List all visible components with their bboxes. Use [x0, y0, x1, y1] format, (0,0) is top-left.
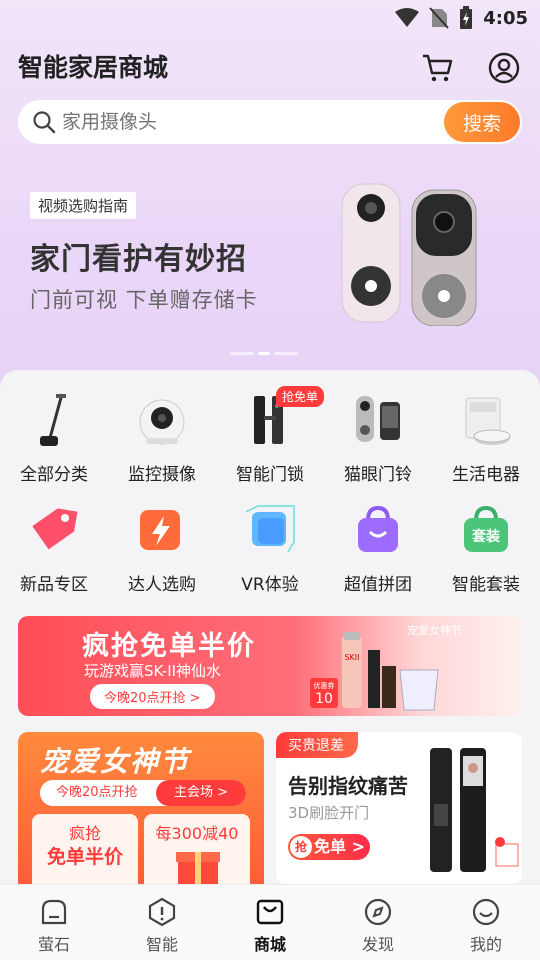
profile-button[interactable]	[486, 50, 522, 86]
user-icon	[488, 52, 520, 84]
category-label: VR体验	[241, 575, 299, 595]
category-group-buy[interactable]: 超值拼团	[324, 502, 432, 612]
smart-lock-product-image	[430, 748, 519, 872]
search-bar: 搜索	[18, 100, 522, 144]
event-pill: 今晚20点开抢 主会场 >	[40, 780, 246, 806]
category-label: 全部分类	[20, 465, 88, 485]
gift-box-icon	[176, 852, 220, 888]
category-grid: 全部分类 监控摄像 抢免单 智能门锁 猫眼门铃 生活电器 新品专区 达人选购 V…	[0, 386, 540, 612]
card-title: 告别指纹痛苦	[288, 774, 408, 798]
video-doorbell-product-image	[341, 183, 477, 326]
category-door-lock[interactable]: 抢免单 智能门锁	[216, 386, 324, 502]
search-input[interactable]	[62, 100, 422, 144]
category-bundle[interactable]: 套装 智能套装	[432, 502, 540, 612]
home-shape-icon	[41, 899, 67, 925]
category-label: 智能门锁	[236, 465, 304, 485]
event-time: 今晚20点开抢	[56, 785, 138, 800]
robot-vacuum-icon	[465, 397, 511, 445]
tab-label: 我的	[469, 935, 502, 954]
battery-charging-icon	[460, 6, 473, 29]
category-expert[interactable]: 达人选购	[108, 502, 216, 612]
half-price-tile[interactable]: 疯抢 免单半价	[32, 814, 138, 892]
smile-icon	[472, 898, 500, 926]
camera-icon	[139, 399, 185, 445]
shopping-bag-icon	[358, 505, 398, 552]
category-new[interactable]: 新品专区	[0, 502, 108, 612]
tab-label: 商城	[253, 935, 286, 954]
category-all[interactable]: 全部分类	[0, 392, 108, 502]
category-label: 智能套装	[452, 575, 520, 595]
tag-icon	[32, 508, 78, 550]
main-venue-button[interactable]: 主会场 >	[156, 780, 246, 806]
tab-home[interactable]: 萤石	[0, 885, 108, 960]
price-guarantee-tag: 买贵退差	[276, 732, 358, 758]
search-button[interactable]: 搜索	[444, 102, 520, 142]
smart-lock-card[interactable]: 买贵退差 告别指纹痛苦 3D刷脸开门 抢 免单 >	[276, 732, 522, 884]
no-sim-icon	[429, 7, 449, 29]
product-brand-text: SKII	[344, 653, 359, 662]
category-label: 超值拼团	[344, 575, 412, 595]
bottom-tab-bar: 萤石 智能 商城 发现 我的	[0, 884, 540, 960]
bundle-bag-icon: 套装	[464, 505, 508, 552]
status-bar: 4:05	[0, 0, 540, 36]
category-appliance[interactable]: 生活电器	[432, 392, 540, 502]
main-content: 全部分类 监控摄像 抢免单 智能门锁 猫眼门铃 生活电器 新品专区 达人选购 V…	[0, 370, 540, 892]
category-vr[interactable]: VR体验	[216, 502, 324, 612]
bundle-icon-text: 套装	[472, 528, 501, 545]
tile-line-2: 免单半价	[46, 846, 123, 868]
promo-subtitle: 玩游戏赢SK-II神仙水	[84, 662, 222, 680]
tab-me[interactable]: 我的	[432, 885, 540, 960]
tile-line-1: 疯抢	[68, 824, 101, 843]
category-doorbell[interactable]: 猫眼门铃	[324, 392, 432, 502]
banner-subtitle: 门前可视 下单赠存储卡	[30, 288, 258, 312]
category-row-1: 全部分类 监控摄像 抢免单 智能门锁 猫眼门铃 生活电器	[0, 386, 540, 502]
promo-title: 疯抢免单半价	[82, 631, 256, 662]
vacuum-icon	[40, 393, 66, 446]
goddess-festival-card[interactable]: 宠爱女神节 今晚20点开抢 主会场 > 疯抢 免单半价 每300减40	[18, 732, 264, 892]
category-label: 生活电器	[452, 465, 520, 485]
app-header: 智能家居商城	[18, 50, 522, 86]
bag-icon	[256, 899, 284, 925]
search-icon	[33, 111, 56, 134]
free-order-label: 免单 >	[314, 837, 365, 856]
tab-label: 萤石	[37, 935, 70, 954]
wifi-icon	[395, 8, 420, 27]
coupon-label: 优惠券	[314, 681, 335, 690]
tab-mall[interactable]: 商城	[216, 885, 324, 960]
tab-label: 智能	[145, 935, 178, 954]
discount-tile[interactable]: 每300减40	[144, 814, 250, 892]
category-label: 新品专区	[20, 575, 88, 595]
card-subtitle: 3D刷脸开门	[288, 804, 370, 822]
category-label: 监控摄像	[128, 465, 196, 485]
cart-button[interactable]	[420, 50, 456, 86]
hero-banner[interactable]: 视频选购指南 家门看护有妙招 门前可视 下单赠存储卡	[0, 170, 540, 370]
compass-icon	[364, 898, 392, 926]
smart-icon	[148, 897, 176, 927]
grab-badge: 抢	[290, 836, 312, 858]
promo-banner[interactable]: 疯抢免单半价 玩游戏赢SK-II神仙水 今晚20点开抢 > 宠爱女神节 优惠券 …	[18, 616, 522, 716]
vr-cube-icon	[245, 505, 295, 553]
doorbell-icon	[356, 396, 400, 442]
lightning-icon	[140, 510, 180, 550]
tab-smart[interactable]: 智能	[108, 885, 216, 960]
category-label: 达人选购	[128, 575, 196, 595]
tab-label: 发现	[361, 935, 394, 954]
clock: 4:05	[483, 7, 528, 29]
promo-button[interactable]: 今晚20点开抢 >	[90, 684, 215, 709]
carousel-indicator	[230, 352, 298, 355]
category-badge: 抢免单	[276, 386, 324, 407]
tab-discover[interactable]: 发现	[324, 885, 432, 960]
skincare-product-image: 优惠券 10 SKII	[310, 632, 439, 711]
category-camera[interactable]: 监控摄像	[108, 392, 216, 502]
card-title: 宠爱女神节	[40, 745, 191, 778]
free-order-button[interactable]: 抢 免单 >	[288, 834, 370, 860]
tile-line-1: 每300减40	[155, 824, 239, 843]
category-row-2: 新品专区 达人选购 VR体验 超值拼团 套装 智能套装	[0, 502, 540, 612]
cart-icon	[423, 54, 453, 82]
banner-tag: 视频选购指南	[30, 192, 137, 219]
category-label: 猫眼门铃	[344, 465, 412, 485]
coupon-value: 10	[315, 691, 333, 707]
banner-title: 家门看护有妙招	[30, 242, 247, 277]
